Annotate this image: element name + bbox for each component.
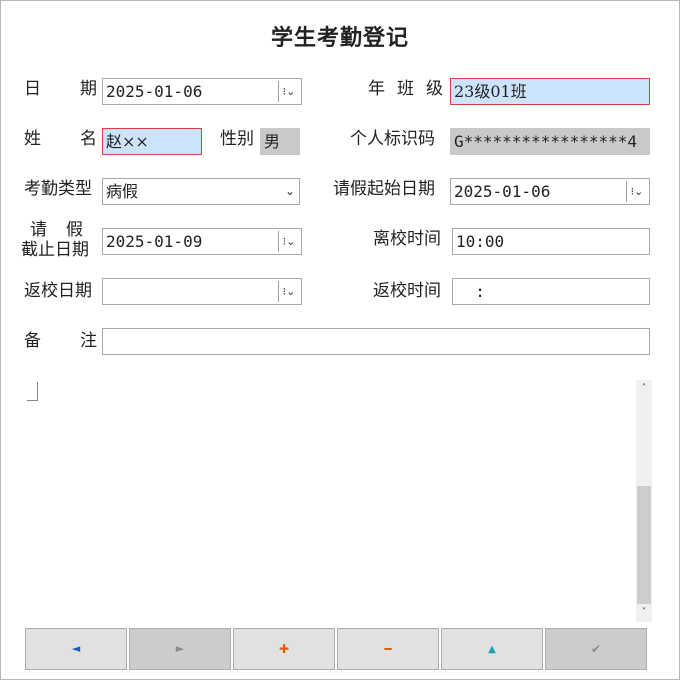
remark-label-char1: 备 — [24, 331, 41, 351]
id-code-field: G*****************4 — [450, 128, 650, 155]
leave-time-label: 离校时间 — [373, 229, 441, 249]
gender-label: 性别 — [220, 129, 254, 149]
gender-field: 男 — [260, 128, 300, 155]
class-field[interactable]: 23级01班 — [450, 78, 650, 105]
date-label-char1: 日 — [24, 79, 41, 99]
leave-end-label-char1: 请 — [30, 220, 47, 240]
scroll-up-icon[interactable]: ˄ — [636, 380, 652, 398]
leave-end-label-line2: 截止日期 — [21, 240, 89, 260]
leave-start-label: 请假起始日期 — [333, 179, 435, 199]
leave-end-label-char2: 假 — [66, 220, 83, 240]
return-time-field[interactable]: : — [452, 278, 650, 305]
return-date-picker[interactable]: ⁝⌄ — [102, 278, 302, 305]
date-picker[interactable]: 2025-01-06 ⁝⌄ — [102, 78, 302, 105]
date-value: 2025-01-06 — [106, 82, 203, 101]
date-dropdown-icon[interactable]: ⁝⌄ — [278, 81, 299, 102]
scrollbar-thumb[interactable] — [637, 486, 651, 604]
name-label-char2: 名 — [80, 129, 97, 149]
name-label-char1: 姓 — [24, 129, 41, 149]
remark-field[interactable] — [102, 328, 650, 355]
chevron-down-icon[interactable]: ⌄ — [285, 179, 295, 204]
return-date-label: 返校日期 — [24, 281, 92, 301]
attendance-type-value: 病假 — [106, 182, 139, 201]
leave-start-picker[interactable]: 2025-01-06 ⁝⌄ — [450, 178, 650, 205]
plus-icon: ✚ — [278, 642, 290, 656]
vertical-scrollbar[interactable]: ˄ ˅ — [636, 380, 652, 622]
class-label-char2: 班 — [397, 79, 414, 99]
leave-end-picker[interactable]: 2025-01-09 ⁝⌄ — [102, 228, 302, 255]
record-selector[interactable] — [27, 382, 38, 401]
triangle-left-icon: ◄ — [71, 642, 81, 655]
class-label-char3: 级 — [426, 79, 443, 99]
triangle-right-icon: ► — [175, 642, 185, 655]
leave-start-value: 2025-01-06 — [454, 182, 551, 201]
attendance-type-select[interactable]: 病假 ⌄ — [102, 178, 300, 205]
confirm-button[interactable]: ✔ — [545, 628, 647, 670]
date-label-char2: 期 — [80, 79, 97, 99]
triangle-up-icon: ▲ — [488, 644, 496, 655]
leave-start-dropdown-icon[interactable]: ⁝⌄ — [626, 181, 647, 202]
return-date-dropdown-icon[interactable]: ⁝⌄ — [278, 281, 299, 302]
name-field[interactable]: 赵×× — [102, 128, 202, 155]
add-record-button[interactable]: ✚ — [233, 628, 335, 670]
move-up-button[interactable]: ▲ — [441, 628, 543, 670]
attendance-type-label: 考勤类型 — [24, 179, 92, 199]
return-time-label: 返校时间 — [373, 281, 441, 301]
leave-end-value: 2025-01-09 — [106, 232, 203, 251]
next-record-button[interactable]: ► — [129, 628, 231, 670]
id-code-label: 个人标识码 — [350, 129, 435, 149]
remark-label-char2: 注 — [80, 331, 97, 351]
delete-record-button[interactable]: ━ — [337, 628, 439, 670]
checkmark-icon: ✔ — [590, 642, 602, 656]
leave-end-dropdown-icon[interactable]: ⁝⌄ — [278, 231, 299, 252]
leave-time-field[interactable]: 10:00 — [452, 228, 650, 255]
class-label-char1: 年 — [368, 79, 385, 99]
minus-icon: ━ — [384, 642, 392, 656]
first-record-button[interactable]: ◄ — [25, 628, 127, 670]
scroll-down-icon[interactable]: ˅ — [636, 604, 652, 622]
page-title: 学生考勤登记 — [270, 25, 409, 51]
